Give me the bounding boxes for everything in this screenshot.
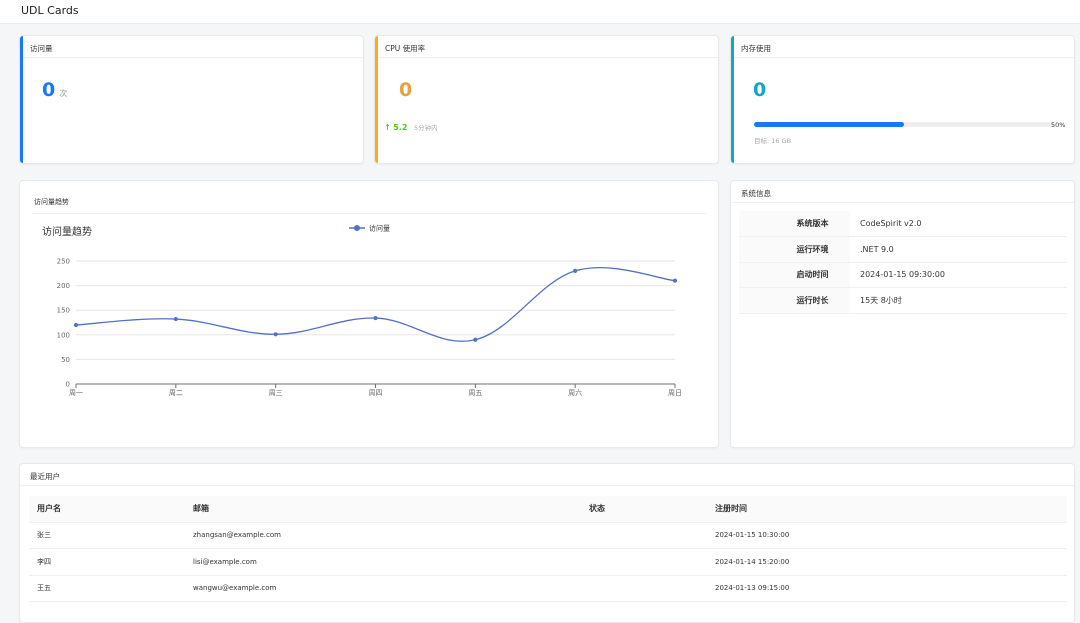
chart-grid (76, 260, 675, 360)
table-row[interactable]: 李四 lisi@example.com 2024-01-14 15:20:00 (29, 548, 1067, 576)
system-info-value: 15天 8小时 (850, 287, 1067, 314)
chart-axes: 0 50 100 150 200 250 周一 周二 周三 周四 周五 周六 周日 (57, 258, 682, 398)
data-point (473, 337, 478, 342)
y-tick-label: 50 (61, 356, 70, 364)
user-time-cell: 2024-01-14 15:20:00 (715, 548, 1067, 576)
system-info-card: 系统信息 系统版本 CodeSpirit v2.0 运行环境 .NET 9.0 启动时间… (730, 180, 1075, 448)
y-tick-label: 250 (57, 258, 70, 266)
y-tick-label: 150 (57, 307, 70, 315)
memory-progress-fill (754, 122, 904, 127)
user-status-cell (589, 575, 715, 602)
series-line (75, 267, 676, 342)
user-email-cell: wangwu@example.com (193, 575, 589, 602)
users-table: 用户名 邮箱 状态 注册时间 张三 zhangsan@example.com 202… (29, 496, 1067, 602)
recent-users-card: 最近用户 用户名 邮箱 状态 注册时间 张三 zhangsan@example.c… (19, 463, 1075, 623)
memory-value: 0 (753, 79, 767, 101)
cpu-trend-value: 5.2 (393, 123, 408, 132)
system-info-key: 启动时间 (739, 262, 850, 288)
system-info-key: 运行时长 (739, 287, 850, 314)
memory-card: 内存使用 0 50% 目标: 16 GB (730, 35, 1075, 164)
visits-line-chart[interactable]: 0 50 100 150 200 250 周一 周二 周三 周四 周五 周六 周日 访问量 (20, 181, 719, 448)
col-username[interactable]: 用户名 (29, 496, 193, 523)
cpu-trend: ↑ 5.2 5分钟内 (384, 122, 438, 132)
data-point (73, 322, 79, 328)
memory-card-title: 内存使用 (731, 36, 1074, 58)
user-time-cell: 2024-01-13 09:15:00 (715, 575, 1067, 602)
system-info-table: 系统版本 CodeSpirit v2.0 运行环境 .NET 9.0 启动时间 2024-… (739, 211, 1067, 314)
user-name-cell: 李四 (29, 548, 193, 576)
col-register-time[interactable]: 注册时间 (715, 496, 1067, 523)
user-email-cell: lisi@example.com (193, 548, 589, 576)
memory-target: 目标: 16 GB (754, 137, 792, 145)
system-info-row: 启动时间 2024-01-15 09:30:00 (739, 262, 1067, 288)
x-tick-label: 周日 (668, 389, 682, 397)
recent-users-title: 最近用户 (20, 464, 1074, 486)
chart-series (73, 267, 678, 342)
x-tick-label: 周一 (69, 389, 83, 397)
user-time-cell: 2024-01-15 10:30:00 (715, 522, 1067, 549)
system-info-value: .NET 9.0 (850, 236, 1067, 263)
col-email[interactable]: 邮箱 (193, 496, 589, 523)
system-info-row: 运行环境 .NET 9.0 (739, 236, 1067, 263)
page-title: UDL Cards (21, 4, 79, 17)
x-tick-label: 周四 (369, 389, 383, 397)
data-point (573, 268, 578, 273)
system-info-value: CodeSpirit v2.0 (850, 211, 1067, 237)
trend-up-icon: ↑ (384, 123, 391, 132)
user-name-cell: 张三 (29, 522, 193, 549)
data-point (373, 315, 378, 321)
x-tick-label: 周二 (169, 389, 183, 397)
trend-chart-card: 访问量趋势 访问量趋势 0 50 100 150 200 250 周一 周二 周三 周四 周五 周六周… (19, 180, 719, 448)
cpu-accent (375, 36, 378, 163)
system-info-value: 2024-01-15 09:30:00 (850, 262, 1067, 288)
system-info-row: 系统版本 CodeSpirit v2.0 (739, 211, 1067, 237)
cpu-value: 0 (399, 79, 413, 101)
memory-percent: 50% (1051, 121, 1066, 129)
memory-accent (731, 36, 734, 163)
top-bar: UDL Cards (0, 0, 1080, 24)
system-info-key: 运行环境 (739, 236, 850, 263)
visits-card: 访问量 0次 (19, 35, 364, 164)
x-tick-label: 周三 (269, 389, 283, 397)
legend-swatch-dot (354, 225, 360, 231)
user-status-cell (589, 522, 715, 549)
y-tick-label: 200 (57, 282, 70, 290)
cpu-card: CPU 使用率 0 ↑ 5.2 5分钟内 (374, 35, 719, 164)
visits-unit: 次 (59, 89, 68, 98)
visits-card-title: 访问量 (20, 36, 363, 58)
y-tick-label: 0 (66, 381, 70, 389)
user-email-cell: zhangsan@example.com (193, 522, 589, 549)
system-info-title: 系统信息 (731, 181, 1074, 203)
cpu-card-title: CPU 使用率 (375, 36, 718, 58)
col-status[interactable]: 状态 (589, 496, 715, 523)
y-tick-label: 100 (57, 331, 70, 339)
user-name-cell: 王五 (29, 575, 193, 602)
cpu-trend-label: 5分钟内 (413, 124, 438, 132)
system-info-key: 系统版本 (739, 211, 850, 237)
user-status-cell (589, 548, 715, 576)
chart-legend[interactable]: 访问量 (349, 224, 390, 233)
system-info-row: 运行时长 15天 8小时 (739, 287, 1067, 314)
x-tick-label: 周五 (468, 389, 482, 397)
memory-progress-track (754, 122, 1054, 127)
data-point (173, 316, 178, 322)
data-point (672, 278, 678, 283)
table-row[interactable]: 张三 zhangsan@example.com 2024-01-15 10:30:0… (29, 522, 1067, 549)
visits-value: 0 (42, 79, 56, 101)
visits-value-row: 0次 (42, 79, 67, 101)
table-row[interactable]: 王五 wangwu@example.com 2024-01-13 09:15:00 (29, 575, 1067, 602)
x-tick-label: 周六 (568, 388, 582, 397)
visits-accent (20, 36, 23, 163)
legend-label: 访问量 (369, 224, 390, 233)
users-table-header: 用户名 邮箱 状态 注册时间 (29, 496, 1067, 523)
data-point (273, 332, 278, 337)
